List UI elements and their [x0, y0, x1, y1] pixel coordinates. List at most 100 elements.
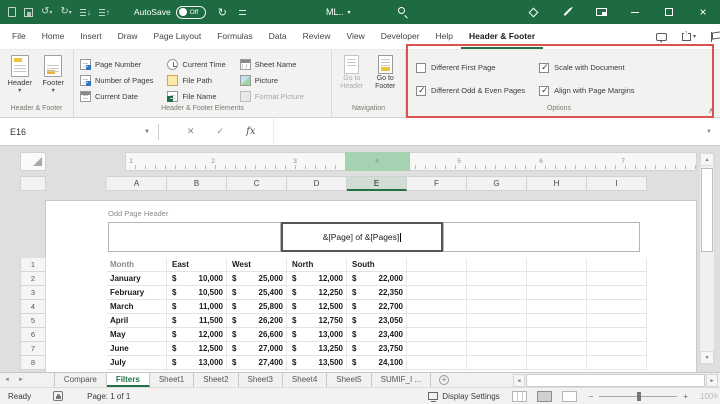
- formula-input[interactable]: [273, 118, 698, 145]
- ribbon-tab[interactable]: File: [4, 24, 34, 49]
- sheet-nav-left-icon[interactable]: ◄: [0, 373, 14, 387]
- normal-view-icon[interactable]: [512, 391, 527, 402]
- column-header[interactable]: F: [407, 176, 467, 191]
- accessibility-icon[interactable]: [53, 391, 63, 401]
- month-cell[interactable]: May: [107, 328, 167, 342]
- element-button[interactable]: Current Date: [80, 89, 153, 103]
- ribbon-tab[interactable]: Help: [428, 24, 461, 49]
- month-cell[interactable]: January: [107, 272, 167, 286]
- north-column-header[interactable]: North: [287, 258, 347, 272]
- header-section-center[interactable]: &[Page] of &[Pages]: [281, 222, 443, 252]
- month-cell[interactable]: April: [107, 314, 167, 328]
- north-cell[interactable]: $12,750: [287, 314, 347, 328]
- element-button[interactable]: File Path: [167, 73, 225, 87]
- insert-function-icon[interactable]: fx: [246, 126, 255, 137]
- more-options-icon[interactable]: [239, 10, 246, 15]
- row-header[interactable]: 4: [20, 300, 46, 314]
- row-header[interactable]: 5: [20, 314, 46, 328]
- month-cell[interactable]: March: [107, 300, 167, 314]
- north-cell[interactable]: $12,500: [287, 300, 347, 314]
- east-cell[interactable]: $10,500: [167, 286, 227, 300]
- element-button[interactable]: Current Time: [167, 57, 225, 71]
- checkbox-icon[interactable]: [416, 63, 426, 73]
- west-cell[interactable]: $25,400: [227, 286, 287, 300]
- zoom-out-icon[interactable]: −: [589, 392, 594, 401]
- document-title[interactable]: ML.. ▾: [326, 0, 351, 24]
- row-header[interactable]: 1: [20, 258, 46, 272]
- east-cell[interactable]: $13,000: [167, 356, 227, 370]
- sheet-tab[interactable]: Sheet4: [283, 373, 327, 387]
- table-row[interactable]: February $10,500 $25,400 $12,250 $22,350: [107, 286, 407, 300]
- feedback-icon[interactable]: [711, 32, 712, 42]
- diamond-icon[interactable]: [516, 0, 550, 24]
- sync-icon[interactable]: ↻: [218, 6, 227, 19]
- sheet-tab[interactable]: Sheet3: [239, 373, 283, 387]
- south-cell[interactable]: $24,100: [347, 356, 407, 370]
- south-cell[interactable]: $23,750: [347, 342, 407, 356]
- select-all-corner[interactable]: [33, 157, 42, 166]
- ribbon-tab[interactable]: Formulas: [209, 24, 260, 49]
- go-to-header-button[interactable]: Go to Header: [338, 55, 366, 105]
- sort-desc-icon[interactable]: ↑: [99, 8, 110, 17]
- south-cell[interactable]: $22,700: [347, 300, 407, 314]
- name-box[interactable]: E16 ▼: [0, 118, 158, 145]
- minimize-button[interactable]: [618, 0, 652, 24]
- column-header[interactable]: A: [107, 176, 167, 191]
- go-to-footer-button[interactable]: Go to Footer: [372, 55, 400, 105]
- option-checkbox[interactable]: Different First Page: [416, 56, 525, 79]
- scroll-right-icon[interactable]: ►: [706, 374, 718, 387]
- north-cell[interactable]: $12,000: [287, 272, 347, 286]
- ribbon-tab[interactable]: Draw: [110, 24, 146, 49]
- table-row[interactable]: March $11,000 $25,800 $12,500 $22,700: [107, 300, 407, 314]
- save-icon[interactable]: [24, 8, 33, 17]
- zoom-slider[interactable]: [599, 391, 677, 402]
- share-icon[interactable]: ▾: [682, 33, 696, 41]
- cancel-icon[interactable]: ✕: [187, 126, 195, 137]
- ribbon-tab[interactable]: Developer: [373, 24, 428, 49]
- sheet-tab[interactable]: Sheet5: [327, 373, 371, 387]
- option-checkbox[interactable]: Align with Page Margins: [539, 79, 634, 102]
- scroll-up-icon[interactable]: ▲: [700, 153, 714, 166]
- autosave-toggle[interactable]: Off: [176, 6, 206, 19]
- east-cell[interactable]: $11,000: [167, 300, 227, 314]
- checkbox-icon[interactable]: [416, 86, 426, 96]
- sheet-nav-right-icon[interactable]: ►: [14, 373, 28, 387]
- ribbon-tab[interactable]: Review: [295, 24, 339, 49]
- element-button[interactable]: Sheet Name: [240, 57, 304, 71]
- chevron-down-icon[interactable]: ▼: [144, 129, 150, 135]
- horizontal-scrollbar[interactable]: ◄ ►: [513, 374, 718, 387]
- page-break-view-icon[interactable]: [562, 391, 577, 402]
- west-cell[interactable]: $27,000: [227, 342, 287, 356]
- ribbon-tab[interactable]: Home: [34, 24, 73, 49]
- pen-icon[interactable]: [550, 0, 584, 24]
- vertical-scrollbar-thumb[interactable]: [701, 168, 713, 252]
- month-column-header[interactable]: Month: [107, 258, 167, 272]
- window-layout-icon[interactable]: [584, 0, 618, 24]
- ribbon-tab[interactable]: Header & Footer: [461, 24, 543, 49]
- add-sheet-icon[interactable]: +: [439, 375, 449, 385]
- chevron-down-icon[interactable]: ▾: [49, 10, 52, 16]
- table-row[interactable]: May $12,000 $26,600 $13,000 $23,400: [107, 328, 407, 342]
- month-cell[interactable]: July: [107, 356, 167, 370]
- south-cell[interactable]: $23,400: [347, 328, 407, 342]
- west-column-header[interactable]: West: [227, 258, 287, 272]
- row-header[interactable]: 8: [20, 356, 46, 370]
- redo-icon[interactable]: ↻▾: [60, 7, 71, 18]
- sheet-tab[interactable]: Filters: [107, 373, 150, 387]
- column-header[interactable]: B: [167, 176, 227, 191]
- comments-icon[interactable]: [656, 33, 667, 41]
- north-cell[interactable]: $13,000: [287, 328, 347, 342]
- sheet-tab[interactable]: Sheet1: [150, 373, 194, 387]
- north-cell[interactable]: $13,500: [287, 356, 347, 370]
- zoom-slider-thumb[interactable]: [637, 392, 641, 401]
- search-icon[interactable]: [398, 7, 405, 14]
- south-cell[interactable]: $23,050: [347, 314, 407, 328]
- west-cell[interactable]: $26,200: [227, 314, 287, 328]
- east-column-header[interactable]: East: [167, 258, 227, 272]
- ribbon-tab[interactable]: View: [339, 24, 373, 49]
- east-cell[interactable]: $12,500: [167, 342, 227, 356]
- column-header[interactable]: G: [467, 176, 527, 191]
- scroll-left-icon[interactable]: ◄: [513, 374, 525, 387]
- east-cell[interactable]: $12,000: [167, 328, 227, 342]
- sort-asc-icon[interactable]: ↓: [80, 8, 91, 17]
